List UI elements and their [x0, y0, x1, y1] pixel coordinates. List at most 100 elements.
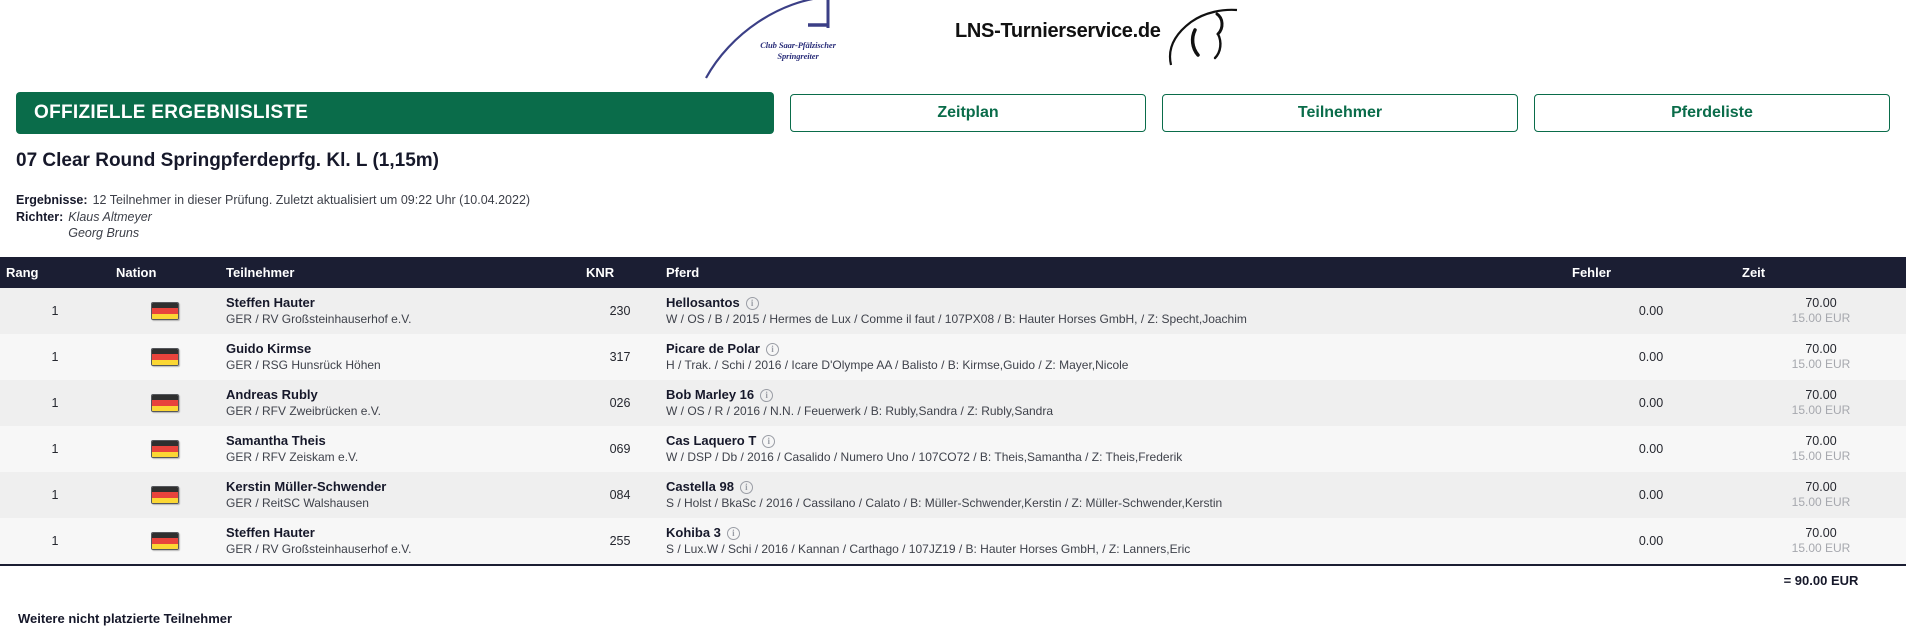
cell-zeit: 70.00 15.00 EUR — [1736, 380, 1906, 426]
table-row[interactable]: 1 Andreas Rubly GER / RFV Zweibrücken e.… — [0, 380, 1906, 426]
teilnehmer-button[interactable]: Teilnehmer — [1162, 94, 1518, 132]
horse-name-row: Kohiba 3 i — [666, 525, 1560, 541]
table-row[interactable]: 1 Steffen Hauter GER / RV Großsteinhause… — [0, 518, 1906, 565]
prize-money: 15.00 EUR — [1791, 495, 1851, 509]
cell-teilnehmer: Guido Kirmse GER / RSG Hunsrück Höhen — [220, 334, 580, 380]
rider-club: GER / RFV Zeiskam e.V. — [226, 450, 359, 464]
cell-fehler: 0.00 — [1638, 534, 1664, 548]
zeitplan-button[interactable]: Zeitplan — [790, 94, 1146, 132]
time-value: 70.00 — [1805, 526, 1837, 540]
info-icon[interactable]: i — [745, 296, 759, 310]
rider-name: Kerstin Müller-Schwender — [226, 479, 387, 494]
club-logo-line1: Club Saar-Pfälzischer — [760, 40, 836, 50]
cell-fehler: 0.00 — [1638, 488, 1664, 502]
nav-buttons: Zeitplan Teilnehmer Pferdeliste — [790, 94, 1890, 132]
rider-name: Samantha Theis — [226, 433, 326, 448]
info-icon[interactable]: i — [762, 434, 776, 448]
german-flag-icon — [151, 348, 179, 366]
info-icon[interactable]: i — [739, 480, 753, 494]
prize-money: 15.00 EUR — [1791, 403, 1851, 417]
prize-money: 15.00 EUR — [1791, 357, 1851, 371]
horse-name-row: Hellosantos i — [666, 295, 1560, 311]
column-header-rang: Rang — [0, 257, 110, 288]
cell-rang: 1 — [51, 350, 59, 364]
table-row[interactable]: 1 Samantha Theis GER / RFV Zeiskam e.V. … — [0, 426, 1906, 472]
prize-money: 15.00 EUR — [1791, 541, 1851, 555]
horse-pedigree: H / Trak. / Schi / 2016 / Icare D'Olympe… — [666, 358, 1129, 372]
cell-rang: 1 — [51, 304, 59, 318]
horse-name: Kohiba 3 — [666, 525, 721, 540]
rider-club: GER / RFV Zweibrücken e.V. — [226, 404, 381, 418]
table-row[interactable]: 1 Kerstin Müller-Schwender GER / ReitSC … — [0, 472, 1906, 518]
cell-knr: 069 — [609, 442, 631, 456]
cell-teilnehmer: Steffen Hauter GER / RV Großsteinhauserh… — [220, 518, 580, 565]
horse-name: Castella 98 — [666, 479, 734, 494]
pferdeliste-button[interactable]: Pferdeliste — [1534, 94, 1890, 132]
cell-knr: 230 — [609, 304, 631, 318]
cell-rang: 1 — [51, 442, 59, 456]
service-logo: LNS-Turnierservice.de — [955, 8, 1241, 68]
cell-rang: 1 — [51, 488, 59, 502]
german-flag-icon — [151, 394, 179, 412]
rider-name: Guido Kirmse — [226, 341, 312, 356]
cell-rang: 1 — [51, 396, 59, 410]
cell-teilnehmer: Samantha Theis GER / RFV Zeiskam e.V. — [220, 426, 580, 472]
cell-nation — [110, 518, 220, 565]
total-prize-money: = 90.00 EUR — [1736, 564, 1906, 595]
rider-club: GER / RV Großsteinhauserhof e.V. — [226, 542, 412, 556]
horse-pedigree: W / DSP / Db / 2016 / Casalido / Numero … — [666, 450, 1183, 464]
cell-teilnehmer: Andreas Rubly GER / RFV Zweibrücken e.V. — [220, 380, 580, 426]
horse-pedigree: W / OS / R / 2016 / N.N. / Feuerwerk / B… — [666, 404, 1054, 418]
rider-name: Steffen Hauter — [226, 295, 315, 310]
info-icon[interactable]: i — [765, 342, 779, 356]
horse-name-row: Castella 98 i — [666, 479, 1560, 495]
horse-head-icon — [1165, 8, 1241, 73]
horse-pedigree: W / OS / B / 2015 / Hermes de Lux / Comm… — [666, 312, 1247, 326]
column-header-pferd: Pferd — [660, 257, 1566, 288]
prize-money: 15.00 EUR — [1791, 311, 1851, 325]
results-table: Rang Nation Teilnehmer KNR Pferd Fehler … — [0, 257, 1906, 595]
horse-pedigree: S / Holst / BkaSc / 2016 / Cassilano / C… — [666, 496, 1223, 510]
cell-fehler: 0.00 — [1638, 442, 1664, 456]
judges-label: Richter: — [16, 210, 64, 224]
cell-zeit: 70.00 15.00 EUR — [1736, 334, 1906, 380]
german-flag-icon — [151, 532, 179, 550]
info-icon[interactable]: i — [760, 388, 774, 402]
time-value: 70.00 — [1805, 296, 1837, 310]
column-header-zeit: Zeit — [1736, 257, 1906, 288]
meta-block: Ergebnisse: 12 Teilnehmer in dieser Prüf… — [16, 192, 1906, 241]
horse-pedigree: S / Lux.W / Schi / 2016 / Kannan / Carth… — [666, 542, 1191, 556]
table-row[interactable]: 1 Guido Kirmse GER / RSG Hunsrück Höhen … — [0, 334, 1906, 380]
header-row: OFFIZIELLE ERGEBNISLISTE Zeitplan Teilne… — [0, 92, 1906, 134]
judge-name: Georg Bruns — [68, 226, 140, 240]
cell-knr: 255 — [609, 534, 631, 548]
time-value: 70.00 — [1805, 434, 1837, 448]
judge-name: Klaus Altmeyer — [68, 210, 152, 224]
column-header-nation: Nation — [110, 257, 220, 288]
total-spacer — [0, 564, 1736, 595]
logo-band: Club Saar-Pfälzischer Springreiter LNS-T… — [0, 0, 1906, 82]
results-table-body: 1 Steffen Hauter GER / RV Großsteinhause… — [0, 288, 1906, 595]
horse-name: Picare de Polar — [666, 341, 760, 356]
cell-nation — [110, 380, 220, 426]
time-value: 70.00 — [1805, 342, 1837, 356]
cell-nation — [110, 426, 220, 472]
column-header-teilnehmer: Teilnehmer — [220, 257, 580, 288]
service-logo-text: LNS-Turnierservice.de — [955, 20, 1161, 42]
prize-money: 15.00 EUR — [1791, 449, 1851, 463]
official-results-banner: OFFIZIELLE ERGEBNISLISTE — [16, 92, 774, 134]
time-value: 70.00 — [1805, 388, 1837, 402]
club-logo: Club Saar-Pfälzischer Springreiter — [700, 0, 870, 80]
horse-name-row: Bob Marley 16 i — [666, 387, 1560, 403]
column-header-fehler: Fehler — [1566, 257, 1736, 288]
info-icon[interactable]: i — [726, 526, 740, 540]
page-title: 07 Clear Round Springpferdeprfg. Kl. L (… — [16, 150, 439, 171]
german-flag-icon — [151, 486, 179, 504]
judges-meta-line: Richter: Klaus Altmeyer Georg Bruns — [16, 209, 1906, 241]
rider-club: GER / RSG Hunsrück Höhen — [226, 358, 381, 372]
results-meta-line: Ergebnisse: 12 Teilnehmer in dieser Prüf… — [16, 192, 1906, 209]
table-total-row: = 90.00 EUR — [0, 564, 1906, 595]
table-row[interactable]: 1 Steffen Hauter GER / RV Großsteinhause… — [0, 288, 1906, 334]
cell-zeit: 70.00 15.00 EUR — [1736, 518, 1906, 565]
rider-club: GER / ReitSC Walshausen — [226, 496, 369, 510]
